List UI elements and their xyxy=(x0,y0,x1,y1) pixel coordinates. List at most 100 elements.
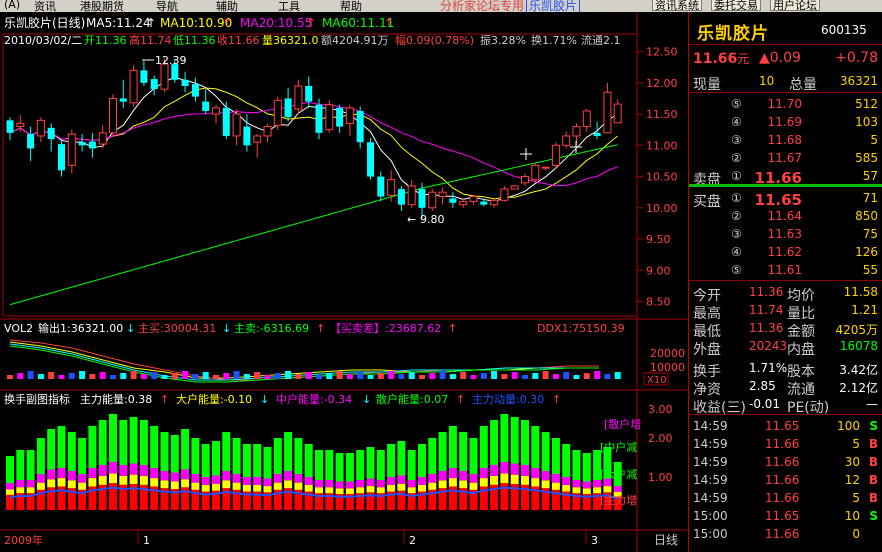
stat-value: 11.36 xyxy=(749,285,784,299)
tick-time: 14:59 xyxy=(693,455,728,469)
kline-chart-area[interactable]: 12.50 12.00 11.50 11.00 10.50 10.00 9.50 9.00 8.… xyxy=(0,12,688,552)
ind-bar-dahu xyxy=(212,483,220,491)
ind-bar-zhonghu xyxy=(521,465,529,476)
info-low: 低11.36 xyxy=(173,34,216,47)
forum-text: 分析家论坛专用 xyxy=(440,0,525,12)
buy-order-row: ⑤ 11.61 55 xyxy=(689,262,882,280)
ind-bar-dahu xyxy=(222,480,231,489)
ind-bar-sanhu xyxy=(88,426,97,468)
ind-bar-dahu xyxy=(98,475,107,485)
candle-body xyxy=(47,127,55,140)
menu-item-hk-futures[interactable]: 港股期货 xyxy=(80,0,124,12)
ind-bar-zhonghu xyxy=(78,474,87,483)
tick-volume: 100 xyxy=(837,419,860,433)
ind-label-sanhu: [散户增 xyxy=(604,417,641,431)
zongliang-label: 总量 xyxy=(789,77,817,93)
ind-bar-sanhu xyxy=(418,444,426,477)
period-label[interactable]: 日线 xyxy=(654,533,678,547)
stat-value: 1.71% xyxy=(749,361,788,375)
sep-3 xyxy=(689,414,882,415)
tick-row: 14:59 11.66 30 B xyxy=(689,454,882,472)
buy-price: 11.61 xyxy=(767,263,802,277)
trade-button[interactable]: 委托交易 xyxy=(711,0,761,11)
high-marker: 12.39 xyxy=(155,54,187,67)
vol-zs-arrow: ↑ xyxy=(316,322,325,335)
volume-bar xyxy=(449,374,456,379)
volume-bar xyxy=(161,375,168,379)
ind-bar-zhonghu xyxy=(387,477,396,485)
zongliang-value: 36321 xyxy=(839,74,878,88)
ind-label-zhuli: [主力增 xyxy=(600,493,637,507)
buy-price: 11.65 xyxy=(754,191,802,209)
candle-body xyxy=(541,166,550,169)
buy-level: ⑤ xyxy=(731,263,742,277)
menu-item-a[interactable]: (A) xyxy=(4,0,20,11)
menu-bar: (A) 资讯 港股期货 导航 辅助 工具 帮助 分析家论坛专用 乐凯胶片 资讯系统… xyxy=(0,0,882,12)
tick-price: 11.66 xyxy=(765,473,800,487)
tick-time: 14:59 xyxy=(693,491,728,505)
candle-body xyxy=(531,164,540,181)
forum-stock-link[interactable]: 乐凯胶片 xyxy=(526,0,581,12)
volume-lines xyxy=(9,339,599,383)
volume-bar xyxy=(7,375,13,379)
user-forum-button[interactable]: 用户论坛 xyxy=(770,0,820,11)
x-year: 2009年 xyxy=(4,533,43,547)
volume-bar xyxy=(346,374,353,379)
chart-svg[interactable]: 12.5012.0011.5011.0010.5010.009.509.008.… xyxy=(0,12,688,552)
candle-body xyxy=(500,188,509,201)
stat-row: 换手 1.71% 股本 3.42亿 xyxy=(689,360,882,380)
volume-bar xyxy=(27,371,34,379)
buy-level: ① xyxy=(731,191,742,205)
ind-bar-dahu xyxy=(438,480,447,489)
ind-bar-sanhu xyxy=(335,453,344,482)
sell-order-row: ③ 11.68 5 xyxy=(689,132,882,150)
ind-bar-zhonghu xyxy=(98,465,107,476)
buy-order-row: ④ 11.62 126 xyxy=(689,244,882,262)
buy-price: 11.62 xyxy=(767,245,802,259)
volume-bar xyxy=(316,375,322,379)
ind-bar-dahu xyxy=(294,482,303,490)
news-system-button[interactable]: 资讯系统 xyxy=(652,0,702,11)
ind-bar-dahu xyxy=(448,478,457,487)
ind-bar-dahu xyxy=(603,486,612,493)
menu-item-assist[interactable]: 辅助 xyxy=(216,0,238,12)
ind-zh-arrow: ↓ xyxy=(362,393,371,406)
stat-value: 16078 xyxy=(839,339,878,353)
menu-item-news[interactable]: 资讯 xyxy=(34,0,56,12)
menu-item-help[interactable]: 帮助 xyxy=(340,0,362,12)
stat-value: 2.85 xyxy=(749,379,776,393)
stock-name: 乐凯胶片 xyxy=(697,24,769,44)
ind-bar-zhonghu xyxy=(562,477,571,485)
x-month-1: 1 xyxy=(143,534,150,547)
candle-body xyxy=(202,101,210,111)
tick-time: 15:00 xyxy=(693,527,728,541)
ind-zd-arrow: ↑ xyxy=(552,393,561,406)
tick-volume: 30 xyxy=(844,455,860,469)
candle-body xyxy=(582,110,591,128)
menu-item-tools[interactable]: 工具 xyxy=(278,0,300,12)
ind-bar-dahu xyxy=(201,484,210,492)
vol-output: 输出1:36321.00 xyxy=(38,321,123,335)
candle-body xyxy=(490,199,499,206)
ind-bar-dahu xyxy=(67,480,76,489)
volume-bar xyxy=(254,372,261,379)
stat-value: 1.21 xyxy=(851,303,878,317)
xianliang-label: 现量 xyxy=(693,77,721,93)
ind-bar-zhonghu xyxy=(356,480,365,488)
ind-bar-zhonghu xyxy=(253,477,262,485)
ind-bar-sanhu xyxy=(387,444,396,477)
forum-link[interactable]: 分析家论坛专用 乐凯胶片 xyxy=(440,0,581,12)
volume-row: 现量 10 总量 36321 xyxy=(689,73,882,93)
volume-bar xyxy=(233,371,240,379)
price-axis-label: 10.00 xyxy=(646,202,678,215)
price-change: ▲0.09 xyxy=(759,50,801,66)
buy-volume: 126 xyxy=(855,245,878,259)
ind-bar-dahu xyxy=(263,486,272,493)
ind-label-dahu: [大户减 xyxy=(600,467,637,481)
sell-level: ② xyxy=(731,151,742,165)
ind-bar-dahu xyxy=(109,473,117,484)
menu-item-nav[interactable]: 导航 xyxy=(156,0,178,12)
chart-title: 乐凯胶片(日线) xyxy=(4,15,85,30)
sell-order-row: ⑤ 11.70 512 xyxy=(689,96,882,114)
sell-volume: 585 xyxy=(855,151,878,165)
